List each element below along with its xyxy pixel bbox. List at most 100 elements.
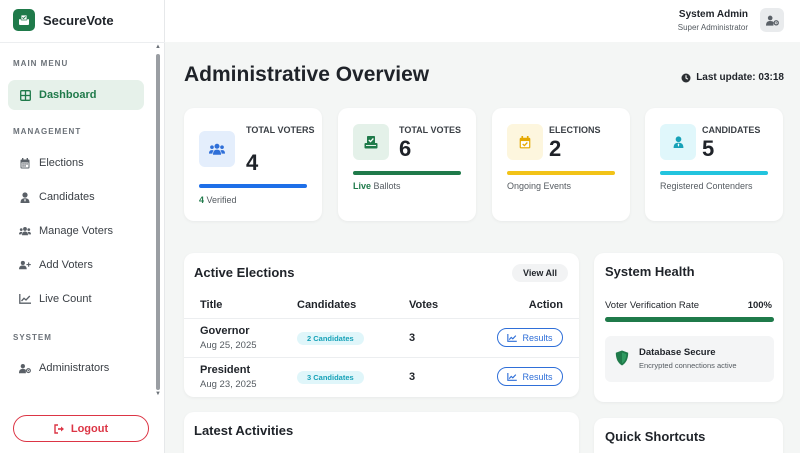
- verification-rate-value: 100%: [747, 300, 772, 311]
- latest-activities-card: Latest Activities: [184, 412, 579, 453]
- active-elections-title: Active Elections: [194, 265, 295, 280]
- chart-line-icon: [19, 293, 31, 305]
- stat-foot: Live Ballots: [353, 181, 401, 191]
- stat-card-total-votes: TOTAL VOTES 6 Live Ballots: [338, 108, 476, 221]
- brand-name: SecureVote: [43, 12, 114, 28]
- section-title-management: MANAGEMENT: [13, 127, 82, 136]
- stat-value: 4: [246, 150, 259, 175]
- section-title-main-menu: MAIN MENU: [13, 59, 69, 68]
- sidebar-item-label: Administrators: [39, 362, 110, 374]
- stat-card-elections: ELECTIONS 2 Ongoing Events: [492, 108, 630, 221]
- votes-count: 3: [409, 332, 416, 344]
- divider: [0, 42, 165, 43]
- column-header-candidates: Candidates: [297, 299, 357, 311]
- stat-foot: Registered Contenders: [660, 181, 753, 191]
- sidebar-scrollbar[interactable]: ▲ ▼: [155, 44, 161, 400]
- sidebar-item-label: Add Voters: [39, 259, 93, 271]
- user-gear-icon: [19, 362, 31, 374]
- user-name: System Admin: [678, 9, 748, 20]
- user-avatar[interactable]: [760, 8, 784, 32]
- verification-progress: [605, 317, 774, 322]
- stat-value: 2: [549, 136, 562, 161]
- chart-line-icon: [507, 372, 518, 381]
- sidebar-item-elections[interactable]: Elections: [8, 148, 144, 178]
- column-header-action: Action: [528, 299, 563, 311]
- clock-icon: [681, 73, 691, 82]
- election-date: Aug 23, 2025: [200, 379, 257, 390]
- brand[interactable]: SecureVote: [13, 8, 114, 32]
- users-icon: [19, 225, 31, 237]
- results-button[interactable]: Results: [497, 328, 563, 347]
- sidebar-item-label: Manage Voters: [39, 225, 113, 237]
- results-button[interactable]: Results: [497, 367, 563, 386]
- calendar-icon: [19, 157, 31, 169]
- vote-yea-icon: [353, 124, 389, 160]
- system-health-card: System Health Voter Verification Rate 10…: [594, 253, 783, 402]
- section-title-system: SYSTEM: [13, 333, 52, 342]
- scrollbar-thumb[interactable]: [156, 54, 160, 390]
- sidebar-item-live-count[interactable]: Live Count: [8, 284, 144, 314]
- system-health-title: System Health: [605, 264, 695, 279]
- active-elections-card: Active Elections View All Title Candidat…: [184, 253, 579, 397]
- votes-count: 3: [409, 371, 416, 383]
- sidebar-item-manage-voters[interactable]: Manage Voters: [8, 216, 144, 246]
- quick-shortcuts-card: Quick Shortcuts: [594, 418, 783, 453]
- last-update: Last update: 03:18: [681, 72, 784, 83]
- stat-foot: 4 Verified: [199, 195, 237, 205]
- stat-label: TOTAL VOTERS: [246, 125, 315, 135]
- stat-label: ELECTIONS: [549, 125, 601, 135]
- topbar: System Admin Super Administrator: [165, 0, 800, 42]
- stat-card-total-voters: TOTAL VOTERS 4 4 Verified: [184, 108, 322, 221]
- divider: [184, 318, 579, 319]
- sidebar-item-dashboard[interactable]: Dashboard: [8, 80, 144, 110]
- user-gear-icon: [765, 15, 779, 26]
- user-tie-icon: [660, 124, 696, 160]
- page-title: Administrative Overview: [184, 63, 430, 86]
- sidebar-item-candidates[interactable]: Candidates: [8, 182, 144, 212]
- stat-bar: [660, 171, 768, 175]
- stat-bar: [199, 184, 307, 188]
- view-all-button[interactable]: View All: [512, 264, 568, 282]
- verification-rate-label: Voter Verification Rate: [605, 300, 699, 311]
- chart-line-icon: [507, 333, 518, 342]
- stat-label: TOTAL VOTES: [399, 125, 462, 135]
- logout-button[interactable]: Logout: [13, 415, 149, 442]
- latest-activities-title: Latest Activities: [194, 423, 294, 438]
- user-role: Super Administrator: [677, 23, 748, 32]
- candidates-badge: 3 Candidates: [297, 371, 364, 384]
- election-title: Governor: [200, 325, 250, 337]
- stat-bar: [353, 171, 461, 175]
- dashboard-icon: [19, 89, 31, 101]
- stat-card-candidates: CANDIDATES 5 Registered Contenders: [645, 108, 783, 221]
- user-plus-icon: [19, 259, 31, 271]
- election-title: President: [200, 364, 251, 376]
- column-header-votes: Votes: [409, 299, 439, 311]
- candidates-badge: 2 Candidates: [297, 332, 364, 345]
- stat-value: 6: [399, 136, 412, 161]
- stat-bar: [507, 171, 615, 175]
- sidebar-item-label: Elections: [39, 157, 84, 169]
- stat-foot: Ongoing Events: [507, 181, 572, 191]
- sidebar-item-label: Live Count: [39, 293, 92, 305]
- logout-label: Logout: [70, 422, 109, 435]
- stat-label: CANDIDATES: [702, 125, 761, 135]
- scroll-down-icon[interactable]: ▼: [155, 391, 161, 397]
- user-tie-icon: [19, 191, 31, 203]
- ballot-box-icon: [13, 9, 35, 31]
- election-date: Aug 25, 2025: [200, 340, 257, 351]
- column-header-title: Title: [200, 299, 223, 311]
- sidebar-item-administrators[interactable]: Administrators: [8, 353, 144, 383]
- sidebar-item-add-voters[interactable]: Add Voters: [8, 250, 144, 280]
- last-update-text: Last update: 03:18: [696, 72, 784, 83]
- verification-progress-fill: [605, 317, 774, 322]
- database-status: Database Secure Encrypted connections ac…: [605, 336, 774, 382]
- users-icon: [199, 131, 235, 167]
- scroll-up-icon[interactable]: ▲: [155, 44, 161, 50]
- shield-icon: [615, 350, 629, 366]
- sidebar-item-label: Candidates: [39, 191, 95, 203]
- stat-value: 5: [702, 136, 715, 161]
- sidebar: SecureVote MAIN MENU Dashboard MANAGEMEN…: [0, 0, 165, 453]
- divider: [184, 357, 579, 358]
- database-status-subtitle: Encrypted connections active: [639, 361, 737, 370]
- sign-out-icon: [54, 423, 64, 434]
